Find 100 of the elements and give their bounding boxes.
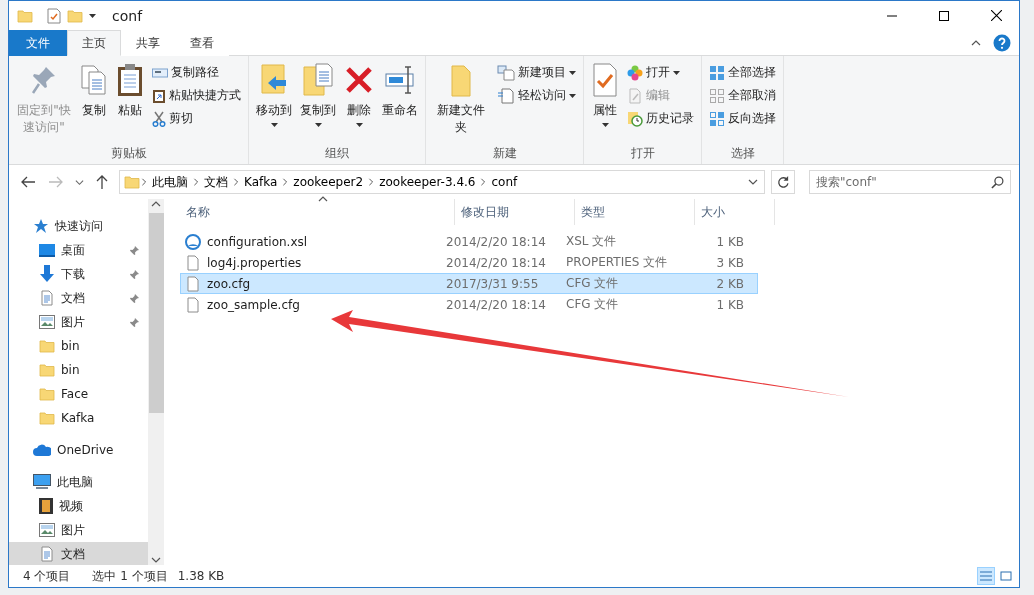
nav-item[interactable]: bin xyxy=(9,358,148,382)
ribbon-button[interactable]: 属性 xyxy=(588,60,622,144)
nav-item[interactable]: 文档 xyxy=(9,542,148,565)
path-icon xyxy=(152,66,168,79)
search-icon xyxy=(991,176,1004,189)
breadcrumb[interactable]: 此电脑 xyxy=(148,173,192,191)
ribbon-button[interactable]: 删除 xyxy=(341,60,377,144)
column-header[interactable]: 名称 xyxy=(180,199,455,225)
nav-item[interactable]: 桌面 xyxy=(9,238,148,262)
refresh-button[interactable] xyxy=(771,170,795,194)
size-cell-text: 2 KB xyxy=(715,276,745,291)
download-icon xyxy=(39,265,55,283)
nav-item[interactable]: 此电脑 xyxy=(9,470,148,494)
window-title: conf xyxy=(112,7,143,24)
column-header[interactable]: 大小 xyxy=(695,199,775,225)
ribbon-button[interactable]: 复制路径 xyxy=(149,62,244,83)
ribbon-button[interactable]: 新建文件夹 xyxy=(430,60,492,144)
folder-copy-icon xyxy=(302,63,334,97)
breadcrumb[interactable]: Kafka xyxy=(240,175,282,189)
breadcrumb[interactable]: 文档 xyxy=(200,173,232,191)
edit-icon xyxy=(627,87,643,104)
item-count: 4 个项目 xyxy=(23,567,71,585)
ribbon-button[interactable]: 粘贴 xyxy=(113,60,147,144)
nav-item[interactable]: 快速访问 xyxy=(9,214,148,238)
star-icon xyxy=(33,218,49,234)
nav-item[interactable]: 视频 xyxy=(9,494,148,518)
easy-access-icon xyxy=(497,87,515,104)
column-header[interactable]: 修改日期 xyxy=(455,199,575,225)
refresh-icon xyxy=(776,175,790,189)
search-field[interactable]: 搜索"conf" xyxy=(809,170,1011,194)
file-icon xyxy=(185,254,201,271)
desktop-icon xyxy=(39,243,55,257)
help-icon[interactable] xyxy=(993,33,1011,52)
nav-item[interactable]: OneDrive xyxy=(9,438,148,462)
ribbon-button[interactable]: 重命名 xyxy=(379,60,421,144)
folder-icon xyxy=(448,63,474,97)
dropdown-icon xyxy=(748,177,758,187)
nav-item[interactable]: 文档 xyxy=(9,286,148,310)
sort-icon xyxy=(318,194,328,204)
ribbon-button[interactable]: 复制到 xyxy=(297,60,339,144)
properties-icon xyxy=(591,63,619,97)
file-row[interactable]: log4j.properties 2014/2/20 18:14 PROPERTIES 文件 3 KB xyxy=(180,252,758,273)
ribbon-button[interactable]: 粘贴快捷方式 xyxy=(149,85,244,106)
file-icon xyxy=(185,296,201,313)
scrollbar[interactable] xyxy=(148,199,164,565)
breadcrumb[interactable]: conf xyxy=(487,175,522,189)
selection-size: 1.38 KB xyxy=(177,569,225,583)
open-icon xyxy=(627,64,643,81)
computer-icon xyxy=(33,474,51,490)
ribbon-button[interactable]: 新建项目 xyxy=(494,62,579,83)
document-icon xyxy=(39,546,55,562)
chevron-icon xyxy=(367,178,376,186)
maximize-icon xyxy=(939,10,949,21)
ribbon-button[interactable]: 反向选择 xyxy=(706,108,779,129)
chevron-icon xyxy=(140,178,148,186)
address-bar[interactable]: 此电脑 文档 Kafka zookeeper2 zookeeper-3.4.6 conf xyxy=(119,170,765,194)
properties-icon[interactable] xyxy=(47,7,61,24)
close-icon xyxy=(990,10,1002,21)
ribbon-button[interactable]: 移动到 xyxy=(253,60,295,144)
file-menu-button[interactable]: 文件 xyxy=(9,30,67,56)
ribbon-button[interactable]: 复制 xyxy=(77,60,111,144)
breadcrumb[interactable]: zookeeper-3.4.6 xyxy=(375,175,480,189)
file-name: log4j.properties xyxy=(207,255,302,270)
file-name: zoo.cfg xyxy=(207,276,251,291)
ribbon-button[interactable]: 打开 xyxy=(624,62,697,83)
breadcrumb[interactable]: zookeeper2 xyxy=(289,175,368,189)
column-header[interactable]: 类型 xyxy=(575,199,695,225)
type-cell-text: CFG 文件 xyxy=(565,296,620,313)
details-view-icon xyxy=(980,570,992,582)
chevron-icon xyxy=(479,178,488,186)
ribbon-button[interactable]: 剪切 xyxy=(149,108,244,129)
nav-item[interactable]: Kafka xyxy=(9,406,148,430)
file-name: zoo_sample.cfg xyxy=(207,297,300,312)
size-cell-text: 1 KB xyxy=(715,234,745,249)
scrollbar-thumb[interactable] xyxy=(148,213,164,413)
nav-item[interactable]: Face xyxy=(9,382,148,406)
nav-item[interactable]: bin xyxy=(9,334,148,358)
scissors-icon xyxy=(152,110,166,127)
nav-item[interactable]: 图片 xyxy=(9,518,148,542)
nav-item[interactable]: 下载 xyxy=(9,262,148,286)
file-row[interactable]: zoo_sample.cfg 2014/2/20 18:14 CFG 文件 1 KB xyxy=(180,294,758,315)
ribbon-button[interactable]: 全部取消 xyxy=(706,85,779,106)
chevron-icon xyxy=(232,178,240,186)
details-view-button[interactable] xyxy=(977,567,995,585)
group-label: 打开 xyxy=(630,145,655,162)
caret-icon xyxy=(89,13,96,18)
type-cell-text: PROPERTIES 文件 xyxy=(565,254,669,271)
ribbon-button[interactable]: 历史记录 xyxy=(624,108,697,129)
file-row[interactable]: configuration.xsl 2014/2/20 18:14 XSL 文件 1 KB xyxy=(180,231,758,252)
ribbon-tab[interactable]: 主页 xyxy=(67,30,121,56)
ribbon-button[interactable]: 全部选择 xyxy=(706,62,779,83)
delete-icon xyxy=(344,65,374,95)
group-label: 选择 xyxy=(730,145,755,162)
invert-selection-icon xyxy=(709,110,725,127)
ribbon-button[interactable]: 轻松访问 xyxy=(494,85,579,106)
group-label: 新建 xyxy=(492,145,517,162)
nav-item[interactable]: 图片 xyxy=(9,310,148,334)
file-row[interactable]: zoo.cfg 2017/3/31 9:55 CFG 文件 2 KB xyxy=(180,273,758,294)
file-icon xyxy=(185,275,201,292)
file-name: configuration.xsl xyxy=(207,234,308,249)
